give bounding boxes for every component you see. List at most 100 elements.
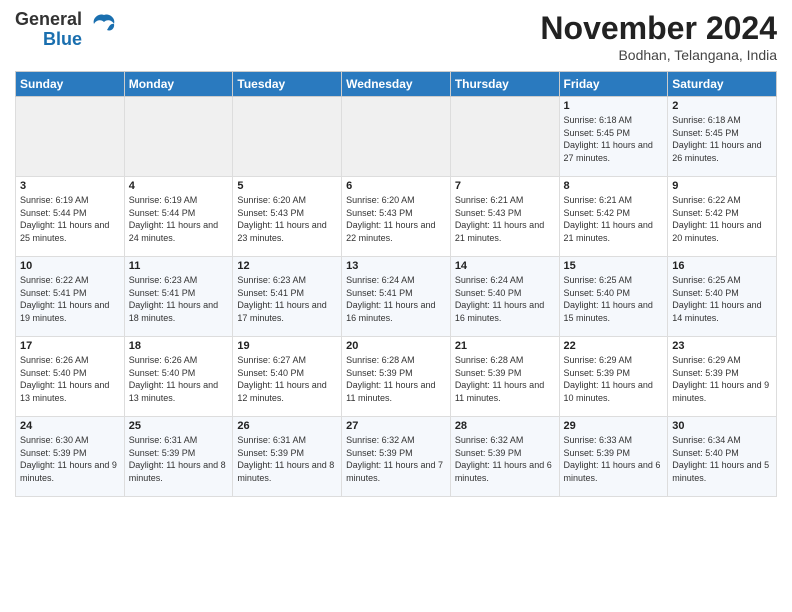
calendar-cell: 16 Sunrise: 6:25 AM Sunset: 5:40 PM Dayli… (668, 257, 777, 337)
day-info: Sunrise: 6:28 AM Sunset: 5:39 PM Dayligh… (346, 354, 446, 404)
day-number: 28 (455, 420, 555, 432)
calendar-cell: 30 Sunrise: 6:34 AM Sunset: 5:40 PM Dayli… (668, 417, 777, 497)
calendar-cell: 19Sunrise: 6:27 AM Sunset: 5:40 PM Dayli… (233, 337, 342, 417)
day-number: 2 (672, 100, 772, 112)
calendar-cell: 7 Sunrise: 6:21 AM Sunset: 5:43 PM Daylig… (450, 177, 559, 257)
calendar-cell: 21 Sunrise: 6:28 AM Sunset: 5:39 PM Dayli… (450, 337, 559, 417)
day-info: Sunrise: 6:26 AM Sunset: 5:40 PM Dayligh… (20, 354, 120, 404)
day-number: 1 (564, 100, 664, 112)
col-thursday: Thursday (450, 72, 559, 97)
day-info: Sunrise: 6:30 AM Sunset: 5:39 PM Dayligh… (20, 434, 120, 484)
calendar-cell: 18 Sunrise: 6:26 AM Sunset: 5:40 PM Dayli… (124, 337, 233, 417)
day-info: Sunrise: 6:23 AM Sunset: 5:41 PM Dayligh… (237, 274, 337, 324)
day-number: 15 (564, 260, 664, 272)
day-info: Sunrise: 6:18 AM Sunset: 5:45 PM Dayligh… (672, 114, 772, 164)
col-saturday: Saturday (668, 72, 777, 97)
col-monday: Monday (124, 72, 233, 97)
day-number: 30 (672, 420, 772, 432)
calendar-cell: 15 Sunrise: 6:25 AM Sunset: 5:40 PM Dayli… (559, 257, 668, 337)
calendar-week-1: 1 Sunrise: 6:18 AM Sunset: 5:45 PM Daylig… (16, 97, 777, 177)
day-number: 18 (129, 340, 229, 352)
col-wednesday: Wednesday (342, 72, 451, 97)
day-info: Sunrise: 6:24 AM Sunset: 5:41 PM Dayligh… (346, 274, 446, 324)
day-info: Sunrise: 6:34 AM Sunset: 5:40 PM Dayligh… (672, 434, 772, 484)
calendar-cell: 26 Sunrise: 6:31 AM Sunset: 5:39 PM Dayli… (233, 417, 342, 497)
calendar-cell: 17 Sunrise: 6:26 AM Sunset: 5:40 PM Dayli… (16, 337, 125, 417)
day-number: 22 (564, 340, 664, 352)
calendar-cell: 25Sunrise: 6:31 AM Sunset: 5:39 PM Dayli… (124, 417, 233, 497)
day-info: Sunrise: 6:22 AM Sunset: 5:42 PM Dayligh… (672, 194, 772, 244)
day-number: 23 (672, 340, 772, 352)
day-info: Sunrise: 6:23 AM Sunset: 5:41 PM Dayligh… (129, 274, 229, 324)
calendar-cell: 13 Sunrise: 6:24 AM Sunset: 5:41 PM Dayli… (342, 257, 451, 337)
day-number: 25 (129, 420, 229, 432)
calendar-cell (233, 97, 342, 177)
day-info: Sunrise: 6:22 AM Sunset: 5:41 PM Dayligh… (20, 274, 120, 324)
calendar-cell: 24 Sunrise: 6:30 AM Sunset: 5:39 PM Dayli… (16, 417, 125, 497)
day-info: Sunrise: 6:28 AM Sunset: 5:39 PM Dayligh… (455, 354, 555, 404)
calendar-cell: 22 Sunrise: 6:29 AM Sunset: 5:39 PM Dayli… (559, 337, 668, 417)
calendar-cell: 20Sunrise: 6:28 AM Sunset: 5:39 PM Dayli… (342, 337, 451, 417)
calendar-cell: 5 Sunrise: 6:20 AM Sunset: 5:43 PM Daylig… (233, 177, 342, 257)
day-number: 29 (564, 420, 664, 432)
day-info: Sunrise: 6:29 AM Sunset: 5:39 PM Dayligh… (672, 354, 772, 404)
day-number: 7 (455, 180, 555, 192)
logo: General Blue (15, 10, 119, 50)
day-info: Sunrise: 6:19 AM Sunset: 5:44 PM Dayligh… (129, 194, 229, 244)
calendar-week-2: 3 Sunrise: 6:19 AM Sunset: 5:44 PM Daylig… (16, 177, 777, 257)
calendar-cell: 3 Sunrise: 6:19 AM Sunset: 5:44 PM Daylig… (16, 177, 125, 257)
day-info: Sunrise: 6:27 AM Sunset: 5:40 PM Dayligh… (237, 354, 337, 404)
day-info: Sunrise: 6:29 AM Sunset: 5:39 PM Dayligh… (564, 354, 664, 404)
day-number: 21 (455, 340, 555, 352)
day-number: 10 (20, 260, 120, 272)
day-info: Sunrise: 6:31 AM Sunset: 5:39 PM Dayligh… (237, 434, 337, 484)
calendar-cell: 2 Sunrise: 6:18 AM Sunset: 5:45 PM Daylig… (668, 97, 777, 177)
calendar-cell: 4 Sunrise: 6:19 AM Sunset: 5:44 PM Daylig… (124, 177, 233, 257)
day-number: 24 (20, 420, 120, 432)
calendar-cell: 23 Sunrise: 6:29 AM Sunset: 5:39 PM Dayli… (668, 337, 777, 417)
logo-blue: Blue (43, 30, 82, 50)
day-number: 14 (455, 260, 555, 272)
calendar-cell: 10 Sunrise: 6:22 AM Sunset: 5:41 PM Dayli… (16, 257, 125, 337)
calendar-header-row: Sunday Monday Tuesday Wednesday Thursday… (16, 72, 777, 97)
day-number: 11 (129, 260, 229, 272)
day-number: 17 (20, 340, 120, 352)
calendar-cell: 11 Sunrise: 6:23 AM Sunset: 5:41 PM Dayli… (124, 257, 233, 337)
day-info: Sunrise: 6:26 AM Sunset: 5:40 PM Dayligh… (129, 354, 229, 404)
col-friday: Friday (559, 72, 668, 97)
day-number: 9 (672, 180, 772, 192)
calendar-cell: 8Sunrise: 6:21 AM Sunset: 5:42 PM Daylig… (559, 177, 668, 257)
calendar-week-3: 10 Sunrise: 6:22 AM Sunset: 5:41 PM Dayli… (16, 257, 777, 337)
day-info: Sunrise: 6:21 AM Sunset: 5:42 PM Dayligh… (564, 194, 664, 244)
day-number: 5 (237, 180, 337, 192)
day-info: Sunrise: 6:19 AM Sunset: 5:44 PM Dayligh… (20, 194, 120, 244)
calendar-week-4: 17 Sunrise: 6:26 AM Sunset: 5:40 PM Dayli… (16, 337, 777, 417)
logo-bird-icon (89, 10, 119, 45)
logo-general: General (15, 10, 82, 30)
calendar-week-5: 24 Sunrise: 6:30 AM Sunset: 5:39 PM Dayli… (16, 417, 777, 497)
calendar-cell (124, 97, 233, 177)
day-number: 16 (672, 260, 772, 272)
day-info: Sunrise: 6:25 AM Sunset: 5:40 PM Dayligh… (564, 274, 664, 324)
day-number: 13 (346, 260, 446, 272)
day-number: 26 (237, 420, 337, 432)
day-info: Sunrise: 6:32 AM Sunset: 5:39 PM Dayligh… (346, 434, 446, 484)
calendar-cell: 1 Sunrise: 6:18 AM Sunset: 5:45 PM Daylig… (559, 97, 668, 177)
page: General Blue November 2024 Bodhan, Telan… (0, 0, 792, 612)
day-number: 4 (129, 180, 229, 192)
day-info: Sunrise: 6:20 AM Sunset: 5:43 PM Dayligh… (237, 194, 337, 244)
calendar-table: Sunday Monday Tuesday Wednesday Thursday… (15, 71, 777, 497)
calendar-cell (16, 97, 125, 177)
day-number: 3 (20, 180, 120, 192)
location: Bodhan, Telangana, India (540, 47, 777, 63)
calendar-cell (450, 97, 559, 177)
calendar-cell: 12Sunrise: 6:23 AM Sunset: 5:41 PM Dayli… (233, 257, 342, 337)
day-info: Sunrise: 6:21 AM Sunset: 5:43 PM Dayligh… (455, 194, 555, 244)
day-info: Sunrise: 6:18 AM Sunset: 5:45 PM Dayligh… (564, 114, 664, 164)
day-info: Sunrise: 6:25 AM Sunset: 5:40 PM Dayligh… (672, 274, 772, 324)
calendar-cell: 9 Sunrise: 6:22 AM Sunset: 5:42 PM Daylig… (668, 177, 777, 257)
col-tuesday: Tuesday (233, 72, 342, 97)
title-area: November 2024 Bodhan, Telangana, India (540, 10, 777, 63)
header: General Blue November 2024 Bodhan, Telan… (15, 10, 777, 63)
calendar-cell: 6Sunrise: 6:20 AM Sunset: 5:43 PM Daylig… (342, 177, 451, 257)
